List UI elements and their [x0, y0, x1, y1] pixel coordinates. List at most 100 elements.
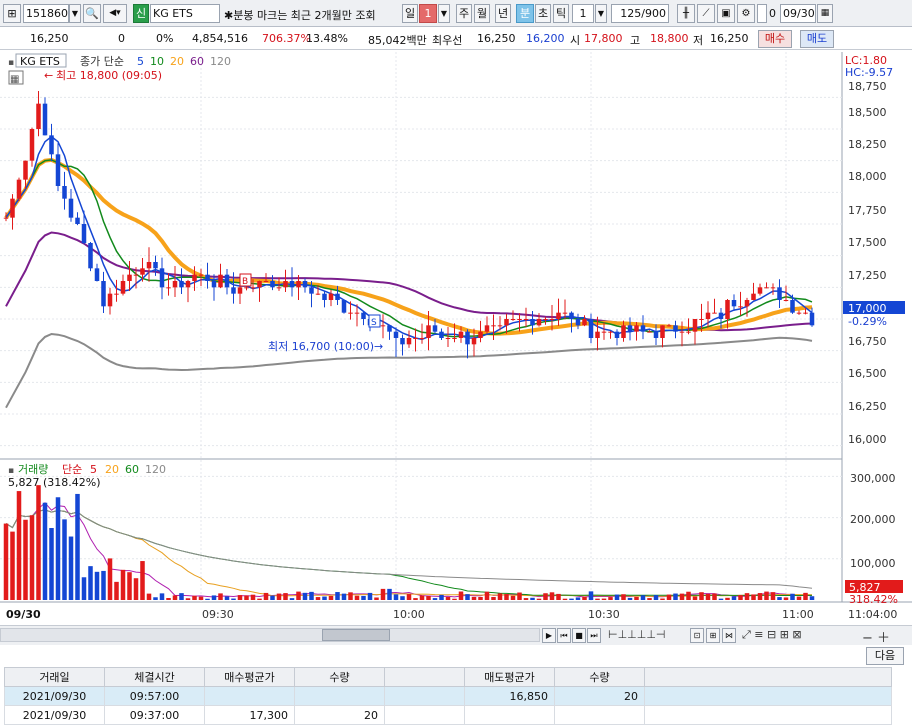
vol-ma-label: 단순	[62, 463, 82, 476]
period-year[interactable]: 년	[495, 4, 511, 23]
minute-dropdown-icon[interactable]: ▼	[595, 4, 607, 23]
tool-icon[interactable]: ⋈	[722, 628, 736, 643]
buy-marker-label: B	[242, 277, 248, 287]
cell-buy-qty	[294, 686, 385, 706]
trend-icon[interactable]: ⟋	[697, 4, 715, 23]
zero-checkbox[interactable]	[757, 4, 767, 23]
zoom-buttons[interactable]: − ＋	[862, 627, 890, 646]
low-label: 저	[693, 34, 704, 47]
buy-button[interactable]: 매수	[758, 30, 792, 48]
volume-bar	[166, 597, 171, 600]
calendar-icon[interactable]: ▦	[817, 4, 833, 23]
volume-bar	[569, 598, 574, 600]
candle-body	[166, 287, 171, 289]
scroll-track[interactable]	[0, 628, 540, 642]
period-month[interactable]: 월	[474, 4, 490, 23]
save-icon[interactable]: ▣	[717, 4, 735, 23]
volume-bar	[517, 592, 522, 600]
volume-bar	[530, 597, 535, 600]
next-button[interactable]: 다음	[866, 647, 904, 665]
volume-bar	[445, 596, 451, 600]
period-second[interactable]: 초	[535, 4, 551, 23]
first-icon[interactable]: ⏮	[557, 628, 571, 643]
candle-body	[114, 293, 119, 295]
volume-bar	[770, 592, 776, 600]
price-tick: 18,750	[848, 80, 887, 93]
zoom-fit-icon[interactable]: ⊞	[706, 628, 720, 643]
candle-body	[218, 274, 223, 288]
candle-body	[315, 293, 321, 295]
volume-bar	[133, 578, 139, 600]
candle-body	[88, 243, 93, 269]
day-dropdown-icon[interactable]: ▼	[438, 4, 450, 23]
low-price: 16,250	[710, 32, 749, 45]
volume-bar	[42, 502, 48, 600]
speaker-icon[interactable]: ◀▾	[103, 4, 127, 23]
cell-date: 2021/09/30	[4, 686, 105, 706]
period-tick[interactable]: 틱	[553, 4, 569, 23]
candle-body	[413, 338, 418, 339]
candle-body	[153, 262, 158, 269]
candle-type-icon[interactable]: ╫	[677, 4, 695, 23]
candle-body	[744, 300, 750, 307]
layout-icon[interactable]: ⊞	[3, 4, 21, 23]
price-tick: 17,750	[848, 204, 887, 217]
candle-body	[309, 287, 314, 294]
volume-bar	[406, 594, 412, 600]
date-field[interactable]: 09/30	[780, 4, 816, 23]
volume-bar	[29, 515, 35, 600]
table-row[interactable]: 2021/09/30 09:57:00 16,850 20	[4, 686, 892, 706]
candle-body	[647, 331, 652, 333]
volume-bar	[335, 592, 340, 600]
stock-code-field[interactable]: 151860	[23, 4, 69, 23]
volume-bar	[432, 598, 438, 600]
stock-name-field[interactable]: KG ETS	[150, 4, 220, 23]
period-day[interactable]: 일	[402, 4, 418, 23]
candle-body	[81, 224, 87, 243]
volume-bar	[276, 593, 282, 600]
tool-group-icon[interactable]: ⤢ ≡ ⊟ ⊞ ⊠	[742, 628, 802, 642]
volume-bar	[198, 596, 204, 600]
period-minute[interactable]: 분	[516, 4, 534, 23]
candle-body	[49, 135, 54, 155]
code-dropdown-icon[interactable]: ▼	[69, 4, 81, 23]
candle-body	[549, 319, 555, 320]
cell-time: 09:57:00	[104, 686, 205, 706]
scroll-thumb[interactable]	[322, 629, 390, 641]
volume-bar	[536, 598, 542, 600]
day-count[interactable]: 1	[419, 4, 437, 23]
table-row[interactable]: 2021/09/30 09:37:00 17,300 20	[4, 705, 892, 725]
time-tick: 11:00	[782, 608, 814, 621]
candle-body	[783, 300, 789, 301]
gear-icon[interactable]: ⚙	[737, 4, 755, 23]
stop-icon[interactable]: ■	[572, 628, 586, 643]
candle-body	[36, 103, 41, 129]
col-sell-avg: 매도평균가	[464, 667, 555, 687]
volume-bar	[315, 597, 321, 600]
sell-button[interactable]: 매도	[800, 30, 834, 48]
low-note: 최저 16,700 (10:00)	[268, 340, 374, 353]
volume-bar	[796, 596, 802, 600]
candle-body	[224, 274, 230, 288]
candle-body	[432, 325, 438, 332]
minute-count[interactable]: 1	[572, 4, 594, 23]
zoom-box-icon[interactable]: ⊡	[690, 628, 704, 643]
volume-bar	[237, 595, 243, 600]
count-field[interactable]: 125/900	[611, 4, 669, 23]
candle-body	[289, 281, 295, 288]
volume-bar	[263, 592, 269, 600]
zoom-ruler-icon[interactable]: ⊢⊥⊥⊥⊥⊣	[608, 628, 666, 641]
period-week[interactable]: 주	[456, 4, 472, 23]
candle-body	[127, 274, 132, 281]
scroll-bar[interactable]: ▶ ⏮ ■ ⏭ ⊢⊥⊥⊥⊥⊣ ⊡ ⊞ ⋈ ⤢ ≡ ⊟ ⊞ ⊠ − ＋	[0, 625, 912, 646]
candle-body	[445, 338, 451, 339]
search-icon[interactable]: 🔍	[83, 4, 101, 23]
candle-body	[666, 325, 672, 327]
candle-body	[140, 268, 145, 275]
price-volume-chart[interactable]: ▪ KG ETS 종가 단순 5 10 20 60 120 ▦ LC:1.80 …	[0, 52, 912, 624]
price-tick: 16,250	[848, 400, 887, 413]
volume-bar	[595, 598, 600, 600]
last-icon[interactable]: ⏭	[587, 628, 601, 643]
volume-bar	[491, 596, 496, 600]
scroll-right-icon[interactable]: ▶	[542, 628, 556, 643]
